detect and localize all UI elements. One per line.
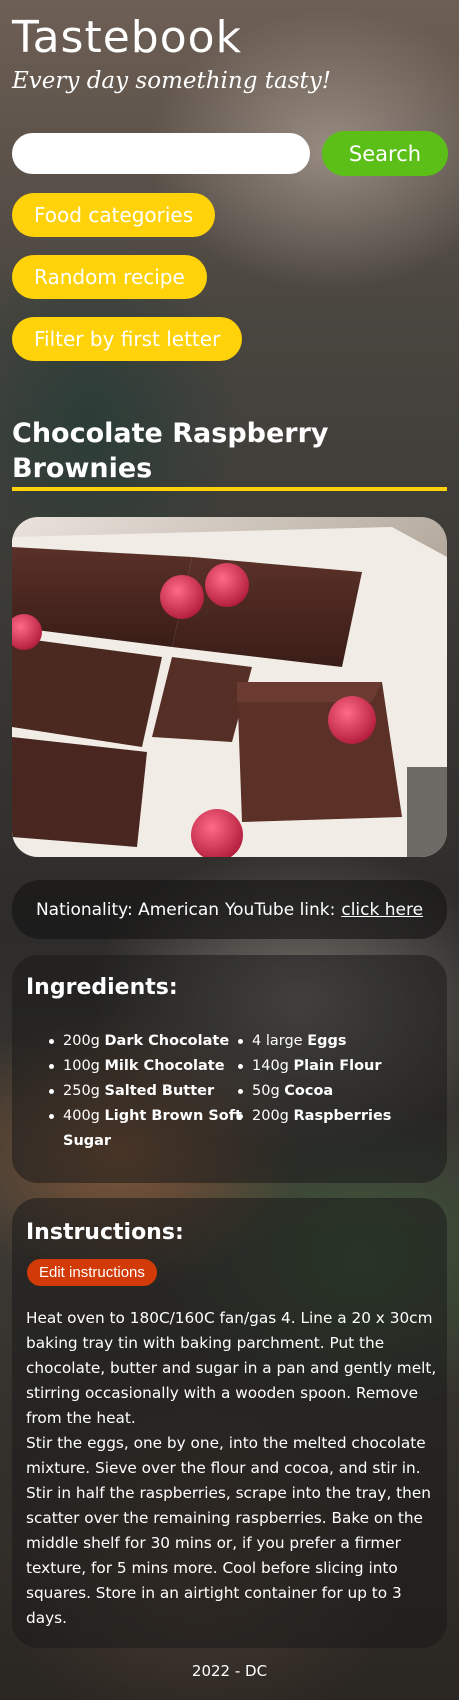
page: Tastebook Every day something tasty! Sea… xyxy=(0,0,459,1700)
ingredient-item: 4 large Eggs xyxy=(238,1029,438,1054)
title-underline xyxy=(12,487,447,491)
search-input[interactable] xyxy=(12,133,310,174)
search-button[interactable]: Search xyxy=(322,131,448,176)
instructions-heading: Instructions: xyxy=(26,1220,184,1245)
edit-instructions-button[interactable]: Edit instructions xyxy=(27,1259,157,1286)
nationality-label: Nationality: American xyxy=(35,899,220,920)
food-categories-button[interactable]: Food categories xyxy=(12,193,216,237)
ingredient-item: 200g Raspberries xyxy=(238,1104,438,1129)
ingredients-card: Ingredients: 200g Dark Chocolate 100g Mi… xyxy=(12,955,447,1183)
site-tagline: Every day something tasty! xyxy=(12,68,332,94)
recipe-meta-bar: Nationality: American YouTube link: clic… xyxy=(12,880,447,939)
footer-text: 2022 - DC xyxy=(191,1662,268,1680)
ingredient-item: 140g Plain Flour xyxy=(238,1054,438,1079)
youtube-link[interactable]: click here xyxy=(341,900,423,920)
ingredient-item: 200g Dark Chocolate xyxy=(49,1029,249,1054)
ingredient-item: 100g Milk Chocolate xyxy=(49,1054,249,1079)
ingredients-list-left: 200g Dark Chocolate 100g Milk Chocolate … xyxy=(49,1029,249,1154)
youtube-label: YouTube link: xyxy=(225,899,336,920)
instructions-text: Heat oven to 180C/160C fan/gas 4. Line a… xyxy=(26,1306,438,1631)
ingredients-heading: Ingredients: xyxy=(26,975,178,1000)
instruction-paragraph: Stir the eggs, one by one, into the melt… xyxy=(26,1434,431,1627)
ingredients-list-right: 4 large Eggs 140g Plain Flour 50g Cocoa … xyxy=(238,1029,438,1129)
ingredient-item: 50g Cocoa xyxy=(238,1079,438,1104)
ingredient-item: 400g Light Brown Soft Sugar xyxy=(49,1104,249,1154)
brownies-image xyxy=(12,517,447,857)
filter-by-letter-button[interactable]: Filter by first letter xyxy=(12,317,243,361)
site-title[interactable]: Tastebook xyxy=(12,12,242,63)
recipe-photo xyxy=(12,517,447,857)
random-recipe-button[interactable]: Random recipe xyxy=(12,255,207,299)
ingredient-item: 250g Salted Butter xyxy=(49,1079,249,1104)
instruction-paragraph: Heat oven to 180C/160C fan/gas 4. Line a… xyxy=(26,1309,437,1427)
instructions-card: Instructions: Edit instructions Heat ove… xyxy=(12,1198,447,1648)
recipe-title: Chocolate Raspberry Brownies xyxy=(12,418,329,484)
